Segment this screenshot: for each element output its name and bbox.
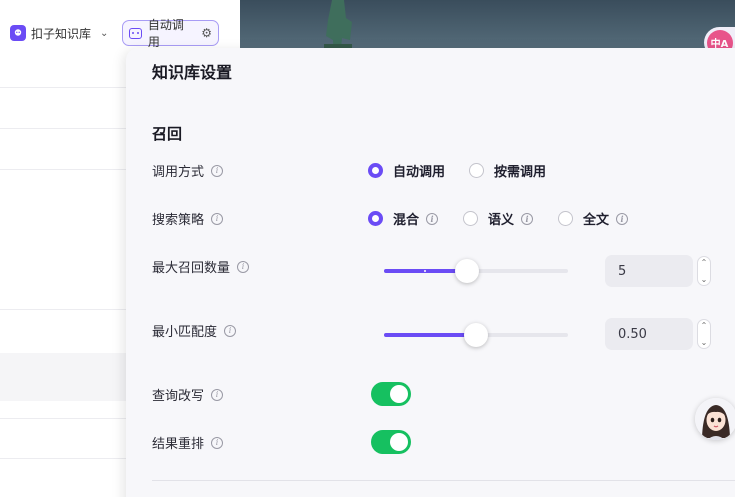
info-icon[interactable]: i — [616, 212, 629, 225]
info-icon[interactable]: i — [211, 436, 224, 449]
divider — [152, 480, 735, 481]
radio-hybrid[interactable]: 混合 i — [368, 209, 439, 228]
auto-call-chip[interactable]: 自动调用 ⚙ — [122, 18, 219, 49]
radio-dot-icon — [463, 211, 479, 226]
radio-on-demand-call[interactable]: 按需调用 — [469, 161, 546, 180]
radio-label: 混合 — [393, 213, 420, 228]
panel-title: 知识库设置 — [152, 63, 233, 82]
coze-logo-icon — [10, 25, 26, 41]
max-recall-input[interactable]: 5 — [605, 255, 693, 287]
radio-fulltext[interactable]: 全文 i — [558, 209, 629, 228]
call-mode-label: 调用方式 i — [152, 161, 224, 180]
radio-dot-icon — [368, 211, 383, 226]
radio-auto-call[interactable]: 自动调用 — [368, 161, 445, 180]
assistant-avatar[interactable] — [695, 398, 735, 440]
slider-handle[interactable] — [464, 323, 488, 347]
min-match-stepper[interactable]: ⌃ ⌄ — [697, 319, 711, 349]
query-rewrite-label: 查询改写 i — [152, 385, 224, 404]
toggle-knob — [390, 385, 408, 403]
chevron-down-icon[interactable]: ⌄ — [701, 275, 708, 284]
min-match-label-text: 最小匹配度 — [152, 325, 218, 340]
info-icon[interactable]: i — [426, 212, 439, 225]
max-recall-label-text: 最大召回数量 — [152, 261, 231, 276]
min-match-label: 最小匹配度 i — [152, 321, 237, 340]
knowledge-settings-panel: 知识库设置 召回 调用方式 i 自动调用 按需调用 搜索策略 i 混合 i 语义… — [126, 48, 735, 497]
auto-call-label: 自动调用 — [147, 18, 184, 49]
info-icon[interactable]: i — [211, 164, 224, 177]
query-rewrite-toggle[interactable] — [371, 382, 411, 406]
radio-dot-icon — [469, 163, 485, 178]
radio-label: 全文 — [583, 213, 610, 228]
toggle-knob — [390, 433, 408, 451]
info-icon[interactable]: i — [224, 324, 237, 337]
avatar-image — [695, 398, 735, 440]
max-recall-stepper[interactable]: ⌃ ⌄ — [697, 256, 711, 286]
slider-fill — [384, 333, 476, 337]
search-strategy-label: 搜索策略 i — [152, 209, 224, 228]
max-recall-slider[interactable] — [384, 259, 568, 283]
result-rerank-label-text: 结果重排 — [152, 437, 205, 452]
robot-icon — [129, 27, 142, 39]
chevron-up-icon[interactable]: ⌃ — [701, 258, 708, 267]
radio-label: 自动调用 — [393, 165, 446, 180]
call-mode-radio-group: 自动调用 按需调用 — [368, 161, 546, 180]
radio-label: 按需调用 — [494, 165, 547, 180]
radio-label: 语义 — [488, 213, 515, 228]
info-icon[interactable]: i — [237, 260, 250, 273]
info-icon[interactable]: i — [521, 212, 534, 225]
info-icon[interactable]: i — [211, 212, 224, 225]
search-strategy-radio-group: 混合 i 语义 i 全文 i — [368, 209, 629, 228]
gear-icon[interactable]: ⚙ — [201, 26, 212, 40]
radio-semantic[interactable]: 语义 i — [463, 209, 534, 228]
search-strategy-label-text: 搜索策略 — [152, 213, 205, 228]
radio-dot-icon — [368, 163, 383, 178]
info-icon[interactable]: i — [211, 388, 224, 401]
call-mode-label-text: 调用方式 — [152, 165, 205, 180]
slider-mark — [424, 270, 426, 272]
knowledge-base-selector[interactable]: 扣子知识库 ⌄ — [10, 20, 108, 46]
chevron-up-icon[interactable]: ⌃ — [701, 321, 708, 330]
section-title: 召回 — [152, 125, 183, 143]
radio-dot-icon — [558, 211, 574, 226]
min-match-slider[interactable] — [384, 323, 568, 347]
knowledge-base-label: 扣子知识库 — [31, 26, 92, 41]
result-rerank-toggle[interactable] — [371, 430, 411, 454]
chevron-down-icon[interactable]: ⌄ — [701, 338, 708, 347]
slider-handle[interactable] — [455, 259, 479, 283]
query-rewrite-label-text: 查询改写 — [152, 389, 205, 404]
chevron-down-icon[interactable]: ⌄ — [100, 28, 108, 39]
result-rerank-label: 结果重排 i — [152, 433, 224, 452]
min-match-input[interactable]: 0.50 — [605, 318, 693, 350]
max-recall-label: 最大召回数量 i — [152, 257, 250, 276]
